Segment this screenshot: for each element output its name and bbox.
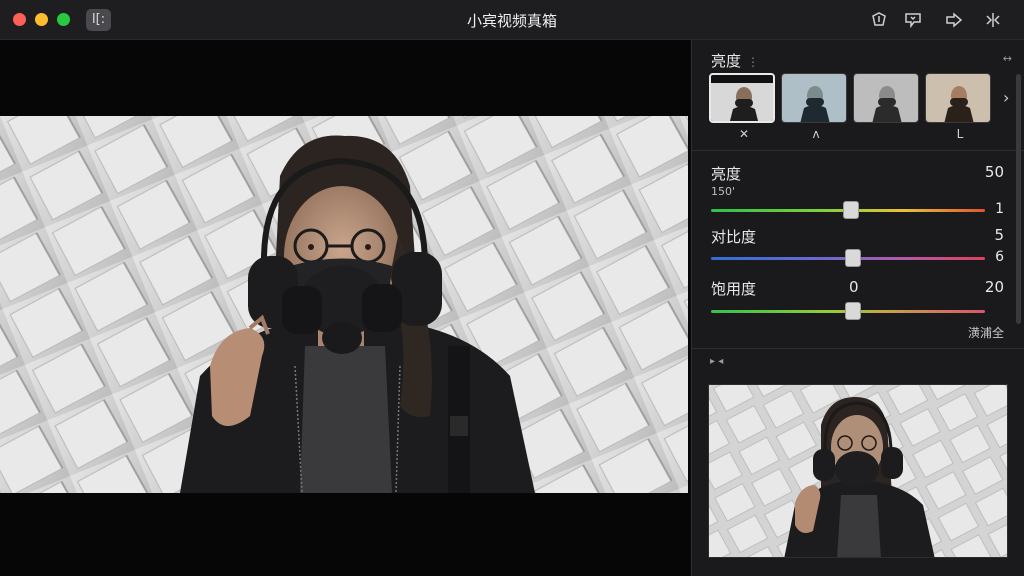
adjustment-panel: 亮度 ⋮ ↔ › ✕ ʌ L 亮度 50 150' 1 对比度 5 6 饱用度 0…: [691, 40, 1024, 576]
reset-all-button[interactable]: 潢浦全: [968, 324, 1004, 341]
chevron-right-icon[interactable]: ›: [1003, 88, 1009, 107]
saturation-value: 20: [984, 278, 1004, 296]
panel-scrollbar[interactable]: [1016, 74, 1021, 324]
thumbnail-label: ʌ: [812, 127, 820, 141]
section-header: 亮度 ⋮: [711, 50, 759, 71]
saturation-slider-knob[interactable]: [845, 302, 862, 320]
brightness-slider[interactable]: [711, 201, 985, 219]
contrast-slider-knob[interactable]: [845, 249, 862, 267]
brightness-label: 亮度: [711, 165, 742, 183]
collapse-toggle-icon[interactable]: ▸ ◂: [710, 356, 723, 367]
share-arrow-icon[interactable]: [944, 10, 964, 30]
filter-thumbnail[interactable]: [853, 73, 919, 123]
thumbnail-label: ✕: [738, 127, 750, 141]
saturation-slider[interactable]: [711, 302, 985, 320]
preview-image: [708, 384, 1008, 558]
brightness-slider-knob[interactable]: [842, 201, 859, 219]
filter-thumbnail[interactable]: [709, 73, 775, 123]
video-frame: [0, 116, 688, 493]
saturation-label: 饱用度: [711, 280, 757, 298]
title-bar: I[: 小宾视频真箱: [0, 0, 1024, 40]
filter-thumbnails: [709, 73, 1009, 123]
message-icon[interactable]: [903, 10, 923, 30]
contrast-slider[interactable]: [711, 249, 985, 267]
portrait-image: [0, 116, 688, 493]
section-title: 亮度: [711, 52, 742, 70]
brightness-value: 50: [984, 163, 1004, 181]
brightness-end-value: 1: [995, 201, 1004, 217]
divider: [692, 150, 1024, 151]
contrast-end-value: 6: [995, 249, 1004, 265]
video-stage[interactable]: [0, 40, 690, 576]
brightness-sub: 150': [711, 185, 736, 198]
contrast-value: 5: [994, 226, 1004, 244]
section-menu-icon[interactable]: ⋮: [747, 55, 759, 69]
expand-icon[interactable]: ↔: [1003, 52, 1012, 65]
divider: [692, 348, 1024, 349]
split-view-icon[interactable]: [983, 10, 1003, 30]
contrast-label: 对比度: [711, 228, 757, 246]
filter-thumbnail[interactable]: [925, 73, 991, 123]
saturation-mid-value: 0: [849, 278, 859, 296]
shield-icon[interactable]: [869, 10, 889, 30]
filter-thumbnail[interactable]: [781, 73, 847, 123]
thumbnail-label: L: [956, 127, 964, 141]
